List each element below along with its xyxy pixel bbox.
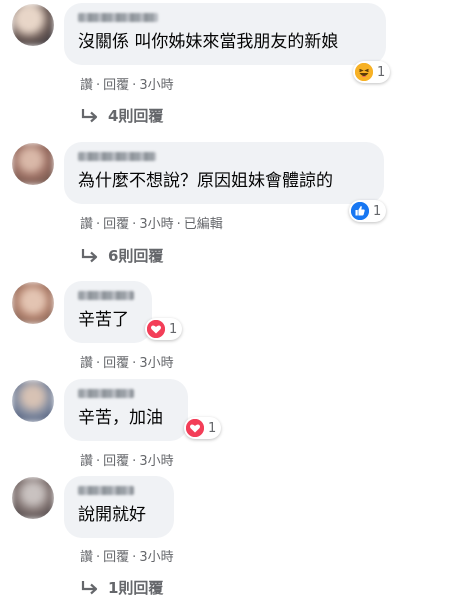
reply-arrow-icon xyxy=(81,108,98,122)
reaction-badge[interactable]: 1 xyxy=(184,417,222,439)
comment-actions: 讚 · 回覆 · 3小時 xyxy=(80,546,174,565)
like-thumb-icon xyxy=(351,202,369,220)
comment-actions: 讚 · 回覆 · 3小時 xyxy=(80,74,174,93)
commenter-name-blurred[interactable] xyxy=(78,152,156,161)
comment-actions: 讚 · 回覆 · 3小時 xyxy=(80,450,174,469)
comment-actions: 讚 · 回覆 · 3小時 xyxy=(80,352,174,371)
reply-arrow-icon xyxy=(81,248,98,262)
timestamp[interactable]: 3小時 xyxy=(139,217,173,232)
separator: · xyxy=(132,454,137,469)
comment-actions: 讚 · 回覆 · 3小時 · 已編輯 xyxy=(80,213,223,232)
comment-bubble: 辛苦了 xyxy=(64,281,152,343)
avatar[interactable] xyxy=(12,4,54,46)
view-replies-link[interactable]: 4則回覆 xyxy=(80,105,163,126)
separator: · xyxy=(132,550,137,565)
edited-label[interactable]: 已編輯 xyxy=(184,217,223,232)
view-replies-link[interactable]: 6則回覆 xyxy=(80,245,163,266)
like-link[interactable]: 讚 xyxy=(80,454,93,469)
replies-count-label: 1則回覆 xyxy=(108,579,164,597)
separator: · xyxy=(96,78,101,93)
reaction-count: 1 xyxy=(373,203,382,219)
separator: · xyxy=(132,356,137,371)
avatar[interactable] xyxy=(12,282,54,324)
commenter-name-blurred[interactable] xyxy=(78,486,134,495)
love-heart-icon xyxy=(147,320,165,338)
avatar[interactable] xyxy=(12,143,54,185)
comment-text: 沒關係 叫你姊妹來當我朋友的新娘 xyxy=(78,32,339,52)
separator: · xyxy=(132,78,137,93)
avatar[interactable] xyxy=(12,477,54,519)
like-link[interactable]: 讚 xyxy=(80,217,93,232)
reaction-count: 1 xyxy=(169,321,178,337)
timestamp[interactable]: 3小時 xyxy=(139,78,173,93)
comment-text: 為什麼不想說？原因姐妹會體諒的 xyxy=(78,171,333,191)
reaction-badge[interactable]: 1 xyxy=(349,200,387,222)
separator: · xyxy=(96,454,101,469)
separator: · xyxy=(96,217,101,232)
separator: · xyxy=(96,550,101,565)
reply-link[interactable]: 回覆 xyxy=(103,78,129,93)
view-replies-link[interactable]: 1則回覆 xyxy=(80,577,163,598)
like-link[interactable]: 讚 xyxy=(80,78,93,93)
commenter-name-blurred[interactable] xyxy=(78,291,134,300)
reaction-count: 1 xyxy=(208,420,217,436)
separator: · xyxy=(132,217,137,232)
avatar[interactable] xyxy=(12,380,54,422)
reply-link[interactable]: 回覆 xyxy=(103,550,129,565)
reaction-badge[interactable]: 1 xyxy=(145,318,183,340)
separator: · xyxy=(176,217,181,232)
love-heart-icon xyxy=(186,419,204,437)
comment-text: 辛苦了 xyxy=(78,310,129,330)
comment-bubble: 辛苦，加油 xyxy=(64,379,188,441)
comment-text: 說開就好 xyxy=(78,505,146,525)
timestamp[interactable]: 3小時 xyxy=(139,356,173,371)
reaction-count: 1 xyxy=(377,64,386,80)
commenter-name-blurred[interactable] xyxy=(78,389,134,398)
replies-count-label: 6則回覆 xyxy=(108,247,164,265)
reply-link[interactable]: 回覆 xyxy=(103,356,129,371)
comment-bubble: 沒關係 叫你姊妹來當我朋友的新娘 xyxy=(64,3,386,65)
replies-count-label: 4則回覆 xyxy=(108,107,164,125)
commenter-name-blurred[interactable] xyxy=(78,13,158,22)
haha-emoji-icon xyxy=(355,63,373,81)
like-link[interactable]: 讚 xyxy=(80,356,93,371)
comment-bubble: 說開就好 xyxy=(64,476,174,538)
reply-link[interactable]: 回覆 xyxy=(103,217,129,232)
separator: · xyxy=(96,356,101,371)
comment-bubble: 為什麼不想說？原因姐妹會體諒的 xyxy=(64,142,384,204)
timestamp[interactable]: 3小時 xyxy=(139,454,173,469)
reply-link[interactable]: 回覆 xyxy=(103,454,129,469)
timestamp[interactable]: 3小時 xyxy=(139,550,173,565)
reaction-badge[interactable]: 1 xyxy=(353,61,391,83)
reply-arrow-icon xyxy=(81,580,98,594)
like-link[interactable]: 讚 xyxy=(80,550,93,565)
comment-text: 辛苦，加油 xyxy=(78,408,163,428)
